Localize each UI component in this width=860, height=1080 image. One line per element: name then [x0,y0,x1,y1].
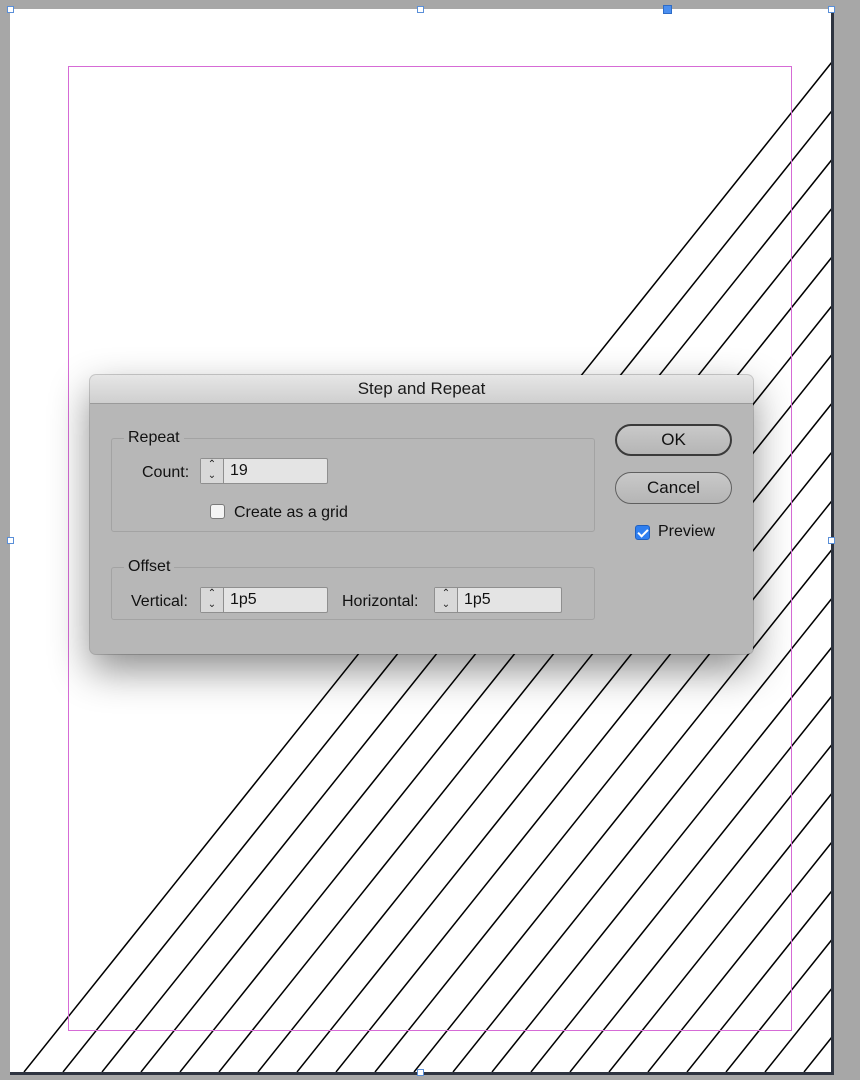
chevron-up-icon[interactable]: ⌃ [206,589,218,599]
chevron-up-icon[interactable]: ⌃ [206,460,218,470]
selection-handle-top-left[interactable] [7,6,14,13]
count-label: Count: [142,464,190,481]
horizontal-input[interactable] [459,588,561,612]
count-field[interactable]: ⌃ ⌄ [200,458,328,484]
ok-button[interactable]: OK [615,424,732,456]
cancel-button[interactable]: Cancel [615,472,732,504]
horizontal-field[interactable]: ⌃ ⌄ [434,587,562,613]
dialog-title[interactable]: Step and Repeat [90,375,753,404]
vertical-field[interactable]: ⌃ ⌄ [200,587,328,613]
offset-group-label: Offset [124,558,175,576]
chevron-down-icon[interactable]: ⌄ [440,600,452,610]
repeat-group [111,438,595,532]
chevron-up-icon[interactable]: ⌃ [440,589,452,599]
selection-handle-middle-left[interactable] [7,537,14,544]
chevron-down-icon[interactable]: ⌄ [206,471,218,481]
create-grid-checkbox[interactable] [210,504,225,519]
selection-handle-top-right[interactable] [828,6,835,13]
count-stepper[interactable]: ⌃ ⌄ [201,459,224,483]
selection-handle-bottom-center[interactable] [417,1069,424,1076]
preview-label[interactable]: Preview [658,523,715,541]
selection-handle-active[interactable] [663,5,672,14]
vertical-label: Vertical: [131,593,188,610]
repeat-group-label: Repeat [124,429,184,447]
count-input[interactable] [225,459,327,483]
step-and-repeat-dialog: Step and Repeat Repeat Count: ⌃ ⌄ Create… [90,375,753,654]
horizontal-stepper[interactable]: ⌃ ⌄ [435,588,458,612]
selection-handle-middle-right[interactable] [828,537,835,544]
chevron-down-icon[interactable]: ⌄ [206,600,218,610]
create-grid-label[interactable]: Create as a grid [234,504,348,522]
horizontal-label: Horizontal: [342,593,419,610]
vertical-input[interactable] [225,588,327,612]
selection-handle-top-center[interactable] [417,6,424,13]
preview-checkbox[interactable] [635,525,650,540]
vertical-stepper[interactable]: ⌃ ⌄ [201,588,224,612]
